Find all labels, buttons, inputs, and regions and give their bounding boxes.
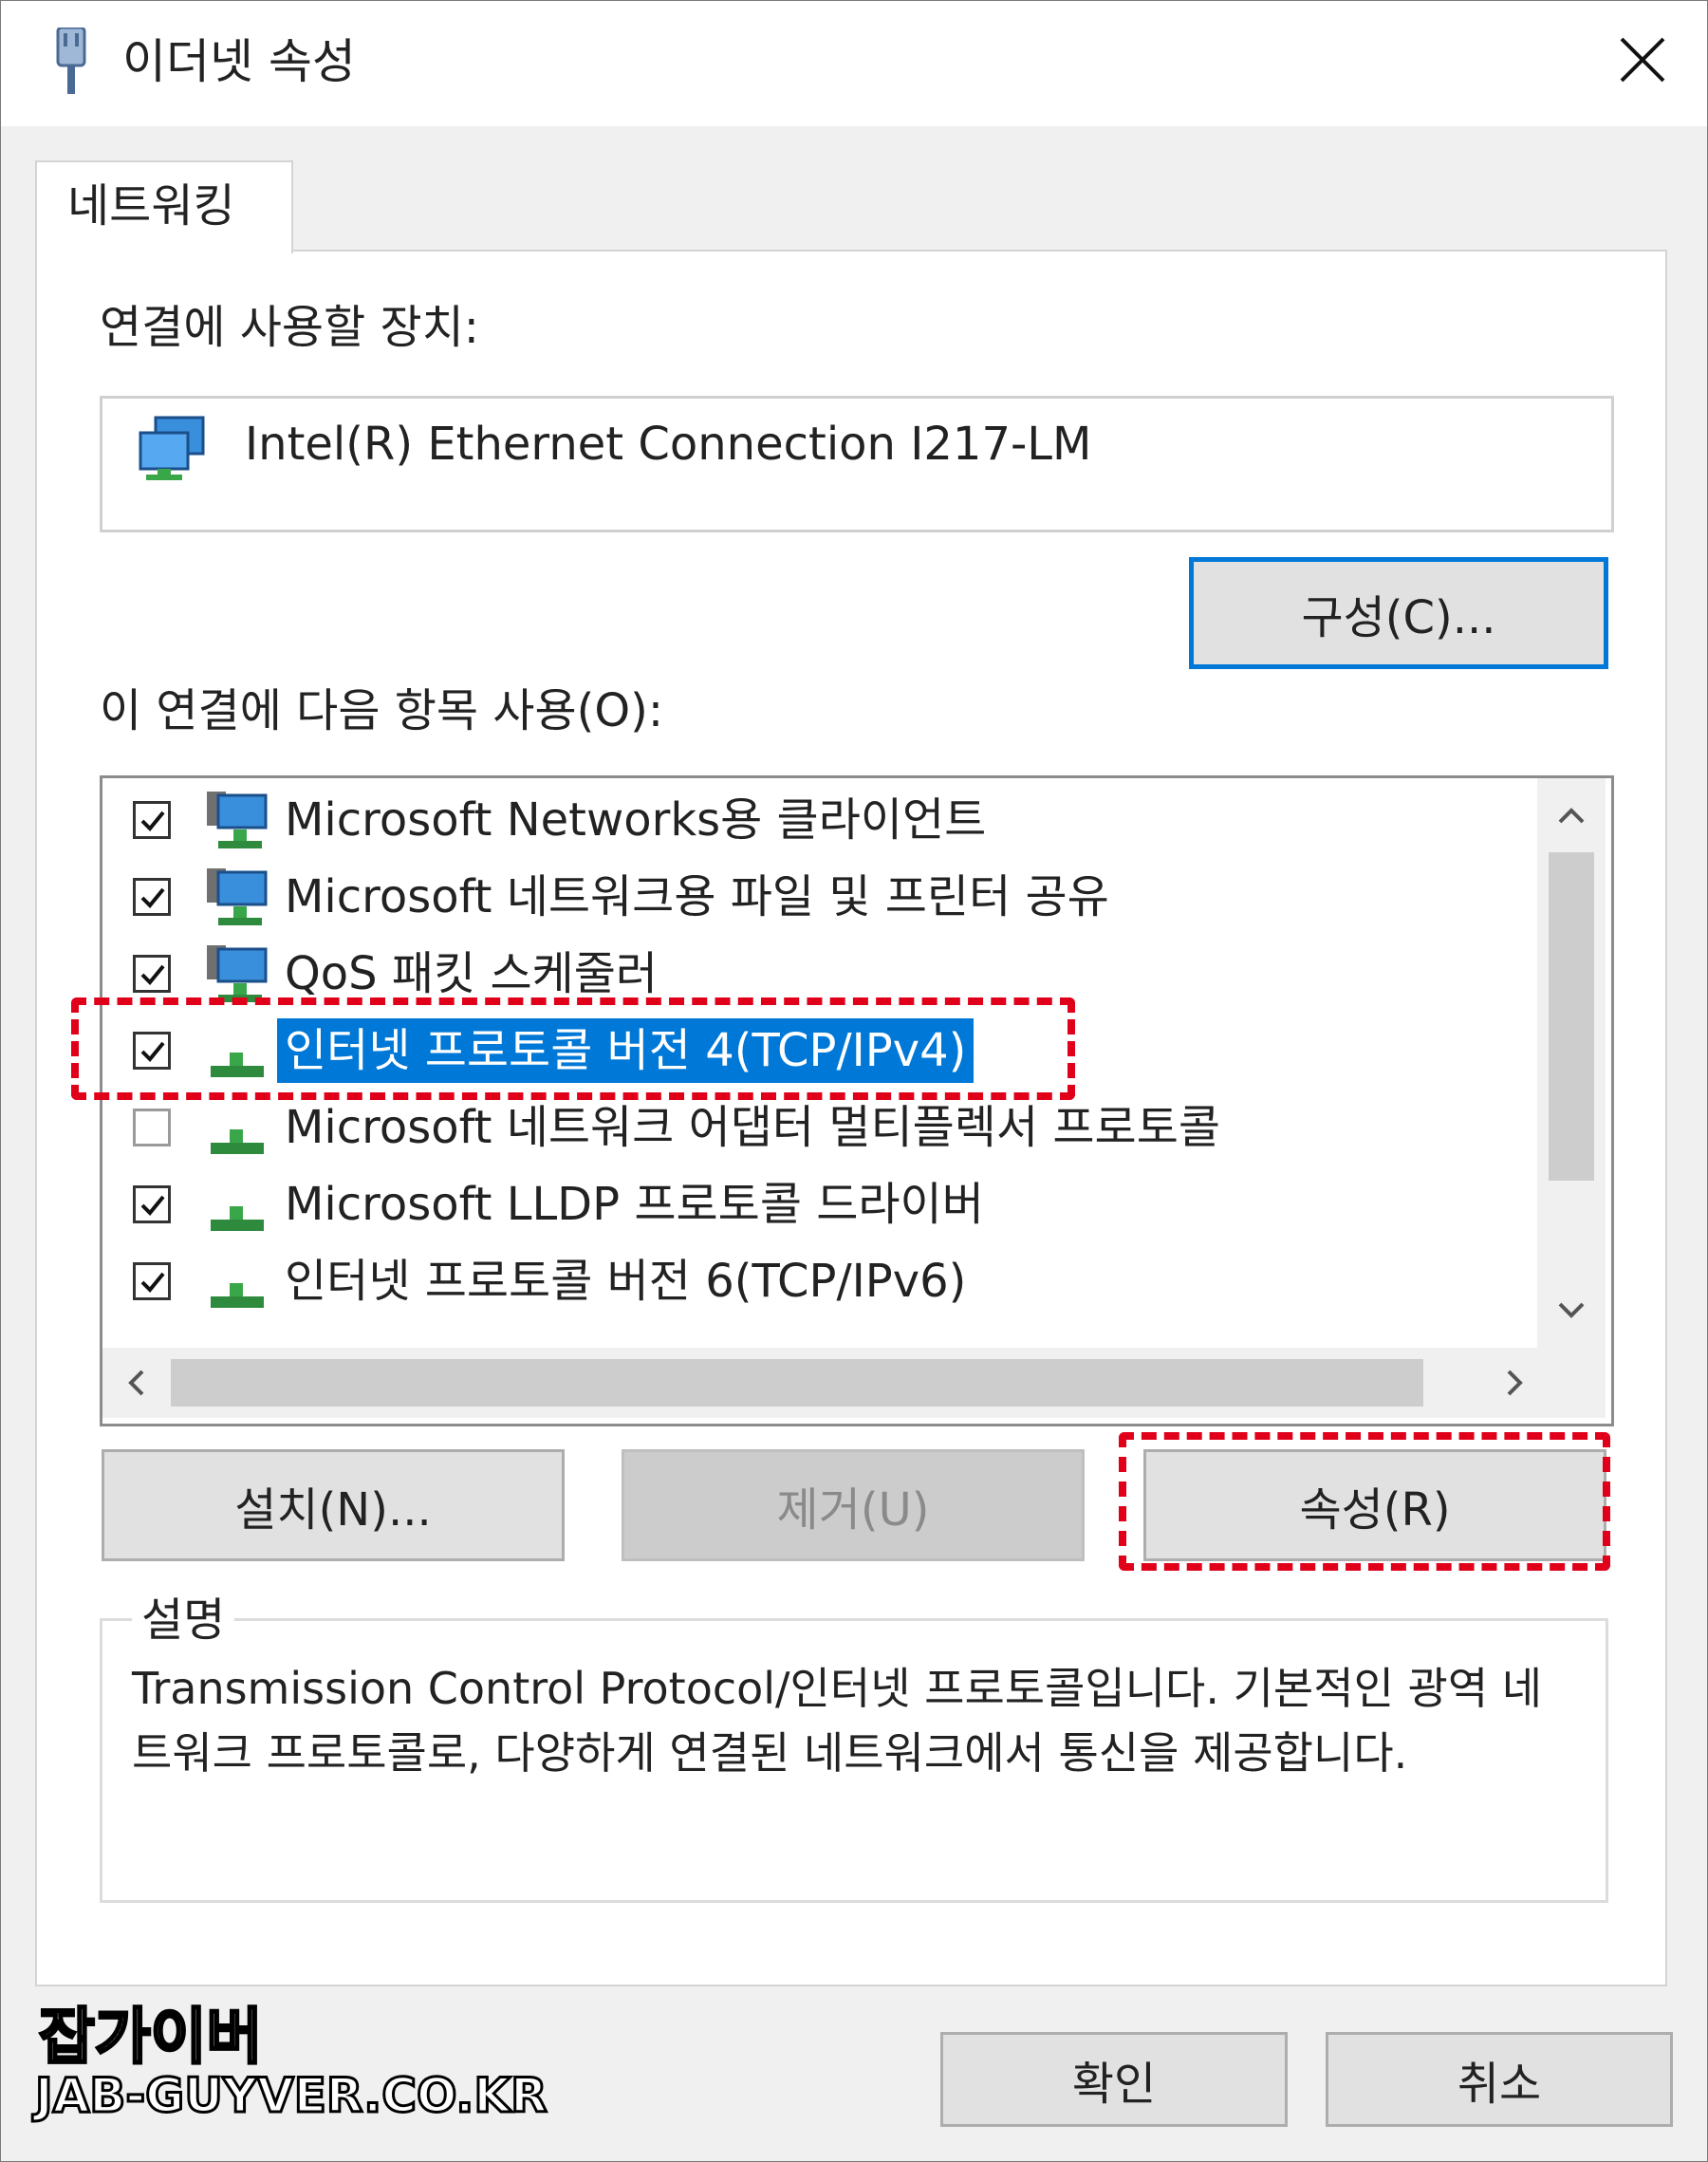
list-item[interactable]: Microsoft 네트워크용 파일 및 프린터 공유 [102, 861, 1516, 937]
window-title: 이더넷 속성 [122, 34, 356, 89]
item-checkbox[interactable] [133, 1185, 171, 1223]
list-item[interactable]: Microsoft LLDP 프로토콜 드라이버 [102, 1168, 1516, 1244]
scroll-down-icon[interactable] [1549, 1287, 1594, 1333]
item-label: Microsoft Networks용 클라이언트 [285, 793, 987, 847]
item-label: Microsoft 네트워크 어댑터 멀티플렉서 프로토콜 [285, 1101, 1221, 1154]
cancel-button[interactable]: 취소 [1326, 2032, 1673, 2127]
close-icon[interactable] [1605, 22, 1680, 98]
list-item[interactable]: Microsoft 네트워크 어댑터 멀티플렉서 프로토콜 [102, 1091, 1516, 1167]
ok-button[interactable]: 확인 [940, 2032, 1288, 2127]
item-checkbox[interactable] [133, 1262, 171, 1300]
item-label: 인터넷 프로토콜 버전 6(TCP/IPv6) [285, 1255, 967, 1308]
vertical-scrollbar[interactable] [1537, 778, 1606, 1348]
scroll-right-icon[interactable] [1492, 1360, 1537, 1406]
item-label: Microsoft 네트워크용 파일 및 프린터 공유 [285, 870, 1109, 923]
list-item[interactable]: 인터넷 프로토콜 버전 6(TCP/IPv6) [102, 1245, 1516, 1321]
configure-button[interactable]: 구성(C)... [1189, 557, 1608, 669]
device-box: Intel(R) Ethernet Connection I217-LM [100, 396, 1614, 532]
item-checkbox[interactable] [133, 1109, 171, 1146]
ipv4-highlight-annotation [71, 997, 1075, 1100]
ethernet-properties-dialog: 이더넷 속성 네트워킹 연결에 사용할 장치: Intel(R) Etherne… [0, 0, 1708, 2162]
watermark-url: JAB-GUYVER.CO.KR [34, 2067, 549, 2125]
tab-networking-label: 네트워킹 [67, 179, 235, 233]
watermark-name: 잡가이버 [38, 2002, 265, 2075]
ethernet-cable-icon [56, 28, 86, 94]
description-legend: 설명 [132, 1590, 235, 1650]
items-label: 이 연결에 다음 항목 사용(O): [100, 684, 664, 737]
uninstall-button: 제거(U) [622, 1449, 1085, 1561]
connect-using-label: 연결에 사용할 장치: [100, 301, 479, 354]
scroll-left-icon[interactable] [114, 1360, 159, 1406]
item-label: Microsoft LLDP 프로토콜 드라이버 [285, 1178, 984, 1231]
horizontal-scroll-thumb[interactable] [171, 1359, 1423, 1407]
vertical-scroll-thumb[interactable] [1549, 852, 1594, 1181]
description-text: Transmission Control Protocol/인터넷 프로토콜입니… [132, 1663, 1543, 1779]
network-protocol-icon [211, 1283, 264, 1308]
items-list[interactable]: Microsoft Networks용 클라이언트 Microsoft 네트워크용… [100, 775, 1614, 1426]
networking-panel: 연결에 사용할 장치: Intel(R) Ethernet Connection… [35, 250, 1667, 1986]
network-protocol-icon [211, 1129, 264, 1154]
network-client-icon [207, 792, 268, 848]
properties-highlight-annotation [1119, 1432, 1610, 1571]
device-name: Intel(R) Ethernet Connection I217-LM [245, 418, 1092, 471]
title-bar: 이더넷 속성 [1, 1, 1707, 126]
list-item[interactable]: Microsoft Networks용 클라이언트 [102, 784, 1516, 860]
network-adapter-icon [139, 416, 205, 480]
configure-button-label: 구성(C)... [1301, 591, 1496, 644]
item-checkbox[interactable] [133, 878, 171, 916]
scroll-up-icon[interactable] [1549, 793, 1594, 839]
install-button[interactable]: 설치(N)... [102, 1449, 565, 1561]
network-protocol-icon [211, 1206, 264, 1231]
network-service-icon [207, 868, 268, 925]
tab-networking[interactable]: 네트워킹 [35, 160, 293, 253]
item-checkbox[interactable] [133, 801, 171, 839]
item-checkbox[interactable] [133, 955, 171, 993]
item-label: QoS 패킷 스케줄러 [285, 947, 659, 1000]
horizontal-scrollbar[interactable] [102, 1348, 1606, 1418]
